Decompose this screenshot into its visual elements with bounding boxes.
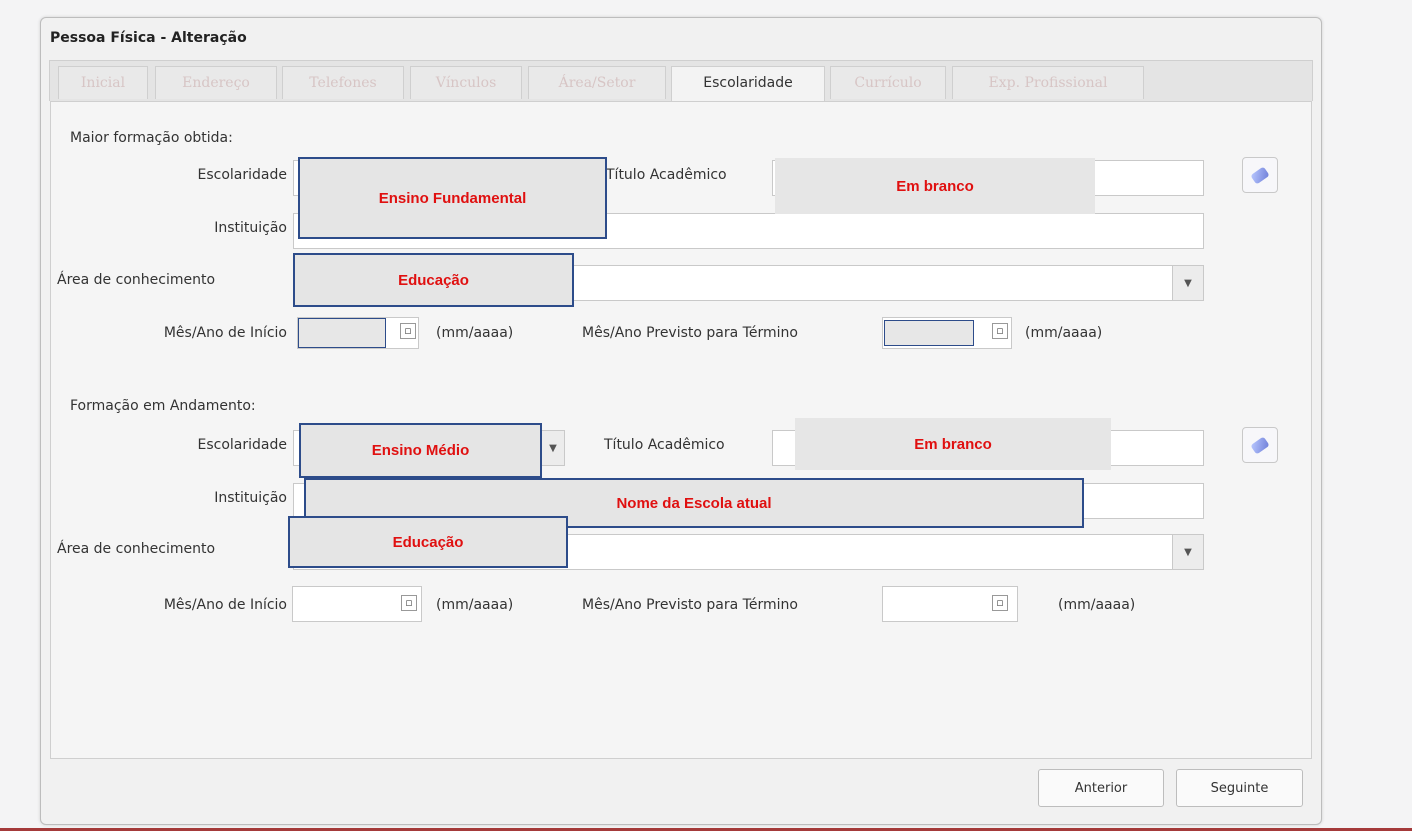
s2-area-label: Área de conhecimento <box>57 541 216 557</box>
tab-telefones[interactable]: Telefones <box>282 66 404 99</box>
tab-curriculo[interactable]: Currículo <box>830 66 946 99</box>
s1-termino-label: Mês/Ano Previsto para Término <box>582 325 798 341</box>
s2-termino-label: Mês/Ano Previsto para Término <box>582 597 798 613</box>
chevron-down-icon[interactable]: ▼ <box>541 431 564 465</box>
s1-inicio-label: Mês/Ano de Início <box>163 325 287 341</box>
s2-instituicao-label: Instituição <box>214 490 287 506</box>
s2-escolaridade-annotation: Ensino Médio <box>299 423 542 478</box>
chevron-down-icon[interactable]: ▼ <box>1172 535 1203 569</box>
calendar-icon[interactable]: ▫ <box>401 595 417 611</box>
tab-exp-profissional[interactable]: Exp. Profissional <box>952 66 1144 99</box>
s1-inicio-hint: (mm/aaaa) <box>436 325 514 341</box>
s1-inicio-highlight <box>298 318 386 348</box>
eraser-icon[interactable] <box>1242 157 1278 193</box>
tab-vinculos[interactable]: Vínculos <box>410 66 522 99</box>
next-button[interactable]: Seguinte <box>1176 769 1303 807</box>
tab-escolaridade[interactable]: Escolaridade <box>671 66 825 101</box>
section2-heading: Formação em Andamento: <box>70 398 256 414</box>
s1-escolaridade-annotation: Ensino Fundamental <box>298 157 607 239</box>
s2-titulo-annotation: Em branco <box>795 418 1111 470</box>
calendar-icon[interactable]: ▫ <box>992 595 1008 611</box>
s1-area-annotation: Educação <box>293 253 574 307</box>
s2-escolaridade-label: Escolaridade <box>197 437 287 453</box>
s2-termino-hint: (mm/aaaa) <box>1058 597 1136 613</box>
dialog-title: Pessoa Física - Alteração <box>50 30 247 46</box>
chevron-down-icon[interactable]: ▼ <box>1172 266 1203 300</box>
s1-titulo-annotation: Em branco <box>775 158 1095 214</box>
s1-termino-highlight <box>884 320 974 346</box>
tab-endereco[interactable]: Endereço <box>155 66 277 99</box>
s2-titulo-label: Título Acadêmico <box>604 437 725 453</box>
s1-area-label: Área de conhecimento <box>57 272 216 288</box>
s1-termino-hint: (mm/aaaa) <box>1025 325 1103 341</box>
s1-escolaridade-label: Escolaridade <box>197 167 287 183</box>
tab-area-setor[interactable]: Área/Setor <box>528 66 666 99</box>
tab-inicial[interactable]: Inicial <box>58 66 148 99</box>
s2-inicio-label: Mês/Ano de Início <box>163 597 287 613</box>
s1-titulo-label: Título Acadêmico <box>606 167 727 183</box>
previous-button[interactable]: Anterior <box>1038 769 1164 807</box>
section1-heading: Maior formação obtida: <box>70 130 233 146</box>
s1-instituicao-label: Instituição <box>214 220 287 236</box>
eraser-icon[interactable] <box>1242 427 1278 463</box>
calendar-icon[interactable]: ▫ <box>400 323 416 339</box>
s2-inicio-hint: (mm/aaaa) <box>436 597 514 613</box>
s2-area-annotation: Educação <box>288 516 568 568</box>
calendar-icon[interactable]: ▫ <box>992 323 1008 339</box>
